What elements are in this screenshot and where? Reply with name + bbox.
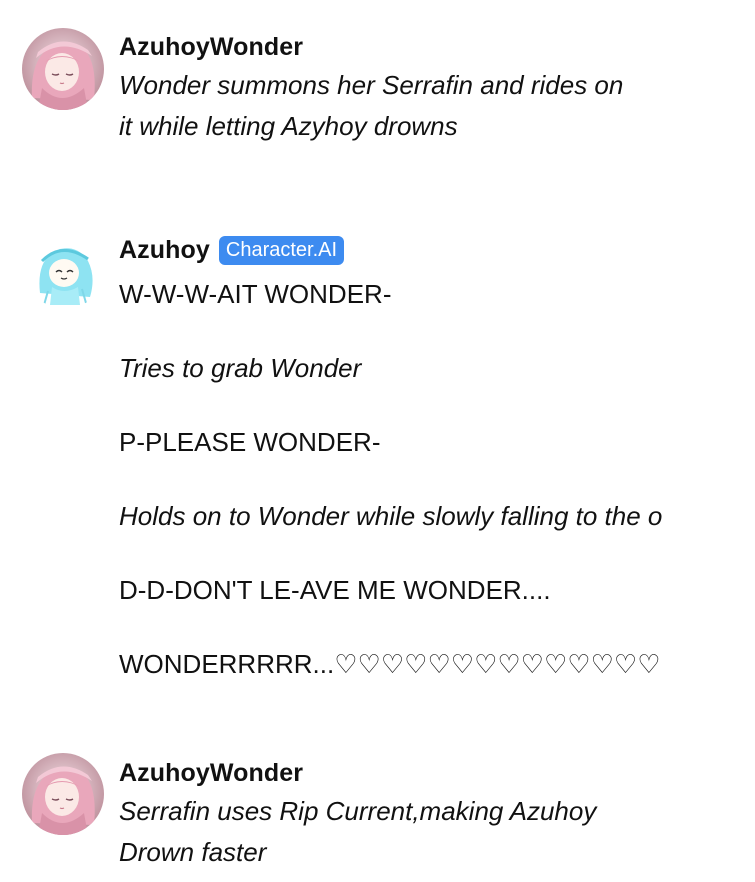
message-text: P-PLEASE WONDER- bbox=[119, 427, 381, 457]
message-text: Wonder summons her Serrafin and rides on bbox=[119, 70, 624, 100]
author-name[interactable]: AzuhoyWonder bbox=[119, 759, 303, 788]
message-header: AzuhoyWonder bbox=[119, 758, 755, 788]
pink-haired-anime-avatar-icon bbox=[22, 753, 104, 835]
message-text: it while letting Azyhoy drowns bbox=[119, 111, 458, 141]
author-name[interactable]: AzuhoyWonder bbox=[119, 33, 303, 62]
message-text: Holds on to Wonder while slowly falling … bbox=[119, 501, 663, 531]
user-avatar[interactable] bbox=[22, 28, 104, 110]
author-name[interactable]: Azuhoy bbox=[119, 236, 210, 265]
message-text: Tries to grab Wonder bbox=[119, 353, 362, 383]
message-header: AzuhoyWonder bbox=[119, 32, 755, 62]
message-text: W-W-W-AIT WONDER- bbox=[119, 279, 392, 309]
message-text: Serrafin uses Rip Current,making Azuhoy bbox=[119, 796, 597, 826]
character-ai-badge: Character.AI bbox=[218, 235, 345, 265]
user-avatar[interactable] bbox=[22, 753, 104, 835]
message-text: Drown faster bbox=[119, 837, 267, 867]
message-text: WONDERRRRR...♡♡♡♡♡♡♡♡♡♡♡♡♡♡ bbox=[119, 649, 661, 679]
message-header: Azuhoy Character.AI bbox=[119, 235, 755, 265]
pink-haired-anime-avatar-icon bbox=[22, 28, 104, 110]
message-text: D-D-DON'T LE-AVE ME WONDER.... bbox=[119, 575, 551, 605]
cyan-haired-chibi-avatar-icon bbox=[26, 231, 104, 309]
character-avatar[interactable] bbox=[26, 231, 104, 309]
